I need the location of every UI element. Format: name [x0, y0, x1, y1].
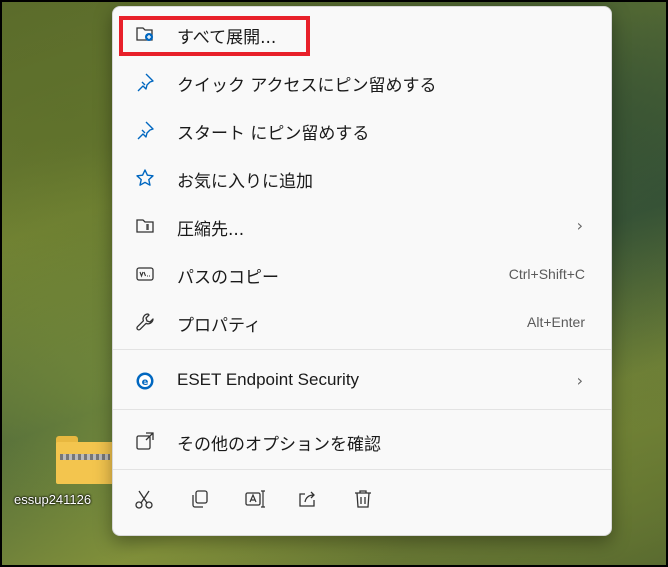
menu-item-eset[interactable]: e ESET Endpoint Security › — [117, 359, 607, 403]
more-options-icon — [135, 431, 155, 451]
shortcut-text: Ctrl+Shift+C — [508, 266, 585, 282]
menu-item-properties[interactable]: プロパティ Alt+Enter — [117, 300, 607, 344]
zip-folder-icon — [135, 216, 155, 236]
menu-item-copy-path[interactable]: パスのコピー Ctrl+Shift+C — [117, 252, 607, 296]
delete-icon[interactable] — [349, 485, 377, 513]
menu-item-label: 圧縮先... — [177, 220, 245, 240]
wrench-icon — [135, 312, 155, 332]
menu-item-more-options[interactable]: その他のオプションを確認 — [117, 419, 607, 463]
highlight-box — [119, 16, 310, 56]
menu-divider — [113, 409, 611, 410]
menu-item-label: ESET Endpoint Security — [177, 370, 360, 389]
pin-icon — [135, 72, 155, 92]
menu-item-compress-to[interactable]: 圧縮先... › — [117, 204, 607, 248]
svg-text:e: e — [142, 377, 149, 388]
menu-item-label: クイック アクセスにピン留めする — [177, 76, 437, 96]
chevron-right-icon: › — [576, 371, 583, 390]
share-icon[interactable] — [294, 485, 322, 513]
copy-icon[interactable] — [186, 485, 214, 513]
eset-icon: e — [135, 371, 155, 391]
rename-icon[interactable] — [241, 485, 269, 513]
menu-item-label: お気に入りに追加 — [177, 172, 313, 192]
desktop-file-label[interactable]: essup241126 — [14, 492, 91, 507]
menu-item-label: その他のオプションを確認 — [177, 435, 381, 455]
shortcut-text: Alt+Enter — [527, 314, 585, 330]
pin-icon — [135, 120, 155, 140]
menu-item-label: パスのコピー — [177, 268, 279, 288]
menu-item-add-favorites[interactable]: お気に入りに追加 — [117, 156, 607, 200]
menu-divider — [113, 469, 611, 470]
star-icon — [135, 168, 155, 188]
menu-item-pin-quick-access[interactable]: クイック アクセスにピン留めする — [117, 60, 607, 104]
context-menu: すべて展開... クイック アクセスにピン留めする スタート にピン留めする お… — [112, 6, 612, 536]
chevron-right-icon: › — [576, 216, 583, 235]
menu-item-label: スタート にピン留めする — [177, 124, 370, 144]
menu-item-pin-start[interactable]: スタート にピン留めする — [117, 108, 607, 152]
cut-icon[interactable] — [130, 485, 158, 513]
menu-item-label: プロパティ — [177, 316, 261, 336]
zip-file-icon[interactable] — [54, 436, 118, 486]
menu-divider — [113, 349, 611, 350]
path-copy-icon — [135, 264, 155, 284]
